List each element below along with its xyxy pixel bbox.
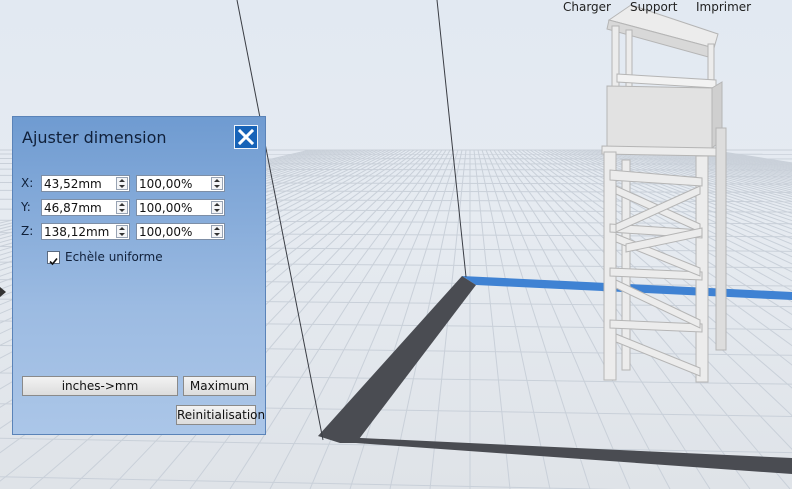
y-size-stepper[interactable] — [116, 201, 128, 214]
z-size-stepper[interactable] — [116, 225, 128, 238]
y-size-field[interactable]: 46,87mm — [41, 199, 130, 216]
x-scale-field[interactable]: 100,00% — [136, 175, 225, 192]
z-size-field[interactable]: 138,12mm — [41, 223, 130, 240]
stepper-arrows-icon — [214, 203, 220, 212]
stepper-arrows-icon — [119, 227, 125, 236]
checkmark-icon — [49, 257, 58, 266]
stepper-arrows-icon — [214, 227, 220, 236]
x-label: X: — [21, 176, 34, 190]
inches-to-mm-button[interactable]: inches->mm — [22, 376, 178, 396]
y-size-value: 46,87mm — [44, 201, 102, 215]
x-size-value: 43,52mm — [44, 177, 102, 191]
stepper-arrows-icon — [214, 179, 220, 188]
close-icon — [237, 128, 255, 146]
resize-dialog: Ajuster dimension X: 43,52mm 100,00% Y: … — [12, 116, 266, 435]
close-button[interactable] — [234, 125, 258, 149]
left-panel-arrow-icon[interactable] — [0, 286, 8, 298]
imprimer-link[interactable]: Imprimer — [696, 0, 751, 14]
support-link[interactable]: Support — [630, 0, 677, 14]
y-label: Y: — [21, 200, 31, 214]
z-size-value: 138,12mm — [44, 225, 110, 239]
y-scale-field[interactable]: 100,00% — [136, 199, 225, 216]
uniform-scale-checkbox[interactable] — [47, 251, 60, 266]
x-size-stepper[interactable] — [116, 177, 128, 190]
stepper-arrows-icon — [119, 203, 125, 212]
x-scale-stepper[interactable] — [211, 177, 223, 190]
x-size-field[interactable]: 43,52mm — [41, 175, 130, 192]
stepper-arrows-icon — [119, 179, 125, 188]
reset-button[interactable]: Reinitialisation — [176, 405, 265, 425]
y-scale-value: 100,00% — [139, 201, 193, 215]
y-scale-stepper[interactable] — [211, 201, 223, 214]
x-scale-value: 100,00% — [139, 177, 193, 191]
z-scale-value: 100,00% — [139, 225, 193, 239]
top-menu: Charger Support Imprimer — [0, 0, 792, 16]
z-label: Z: — [21, 224, 34, 238]
maximum-button[interactable]: Maximum — [183, 376, 256, 396]
uniform-scale-label: Echèle uniforme — [65, 250, 163, 264]
z-scale-field[interactable]: 100,00% — [136, 223, 225, 240]
z-scale-stepper[interactable] — [211, 225, 223, 238]
dialog-title: Ajuster dimension — [22, 128, 167, 147]
charger-link[interactable]: Charger — [563, 0, 611, 14]
